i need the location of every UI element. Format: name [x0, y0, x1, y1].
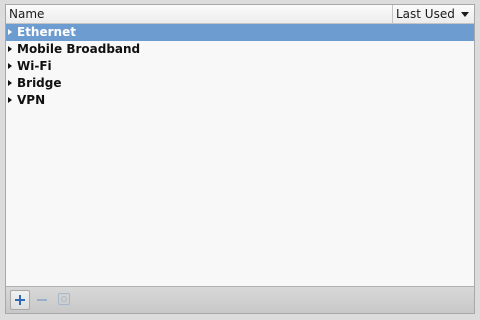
list-item-label: Ethernet: [17, 25, 76, 39]
connections-panel: Name Last Used Ethernet Mobile Broadband…: [5, 4, 475, 314]
expander-arrow-icon[interactable]: [8, 80, 12, 86]
column-header-name[interactable]: Name: [6, 5, 392, 23]
sort-dropdown[interactable]: Last Used: [392, 5, 474, 23]
connections-window: Name Last Used Ethernet Mobile Broadband…: [0, 0, 480, 320]
chevron-down-icon: [461, 12, 469, 17]
list-item-bridge[interactable]: Bridge: [6, 75, 474, 92]
remove-connection-button[interactable]: [32, 290, 52, 310]
connection-list: Ethernet Mobile Broadband Wi-Fi Bridge V…: [6, 24, 474, 286]
edit-connection-button[interactable]: [55, 290, 75, 310]
expander-arrow-icon[interactable]: [8, 63, 12, 69]
list-item-vpn[interactable]: VPN: [6, 92, 474, 109]
add-connection-button[interactable]: [10, 290, 30, 310]
list-header: Name Last Used: [6, 5, 474, 24]
expander-arrow-icon[interactable]: [8, 46, 12, 52]
minus-icon: [37, 299, 47, 301]
bottom-toolbar: [6, 286, 474, 313]
list-item-label: VPN: [17, 93, 46, 107]
list-item-label: Mobile Broadband: [17, 42, 141, 56]
list-item-mobile-broadband[interactable]: Mobile Broadband: [6, 41, 474, 58]
list-item-label: Bridge: [17, 76, 62, 90]
expander-arrow-icon[interactable]: [8, 97, 12, 103]
sort-dropdown-label: Last Used: [396, 7, 455, 21]
list-item-wi-fi[interactable]: Wi-Fi: [6, 58, 474, 75]
list-item-label: Wi-Fi: [17, 59, 52, 73]
list-item-ethernet[interactable]: Ethernet: [6, 24, 474, 41]
expander-arrow-icon[interactable]: [8, 29, 12, 35]
